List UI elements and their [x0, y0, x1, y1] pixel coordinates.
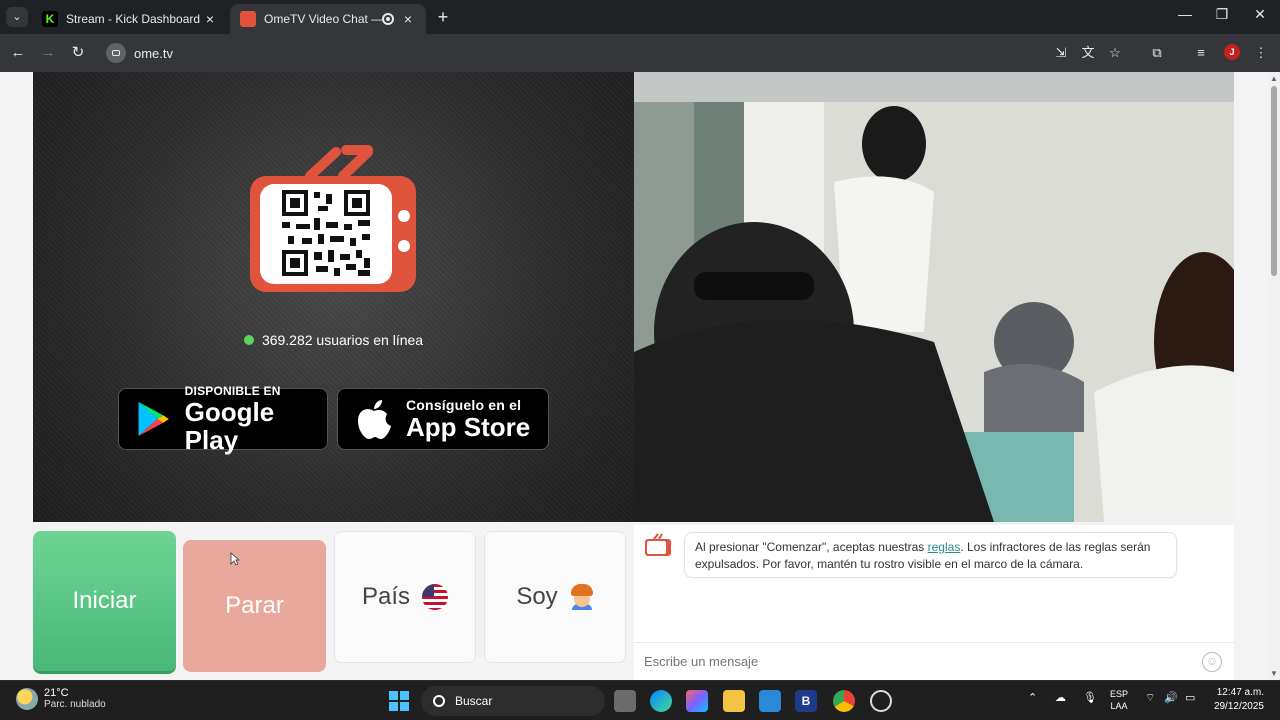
- taskbar-search[interactable]: Buscar: [421, 686, 605, 716]
- b-app-icon[interactable]: B: [795, 690, 817, 712]
- install-app-icon[interactable]: ⇲: [1052, 44, 1070, 62]
- microsoft-store-icon[interactable]: [759, 690, 781, 712]
- minimize-icon[interactable]: —: [1170, 6, 1200, 22]
- page-scrollbar[interactable]: ▲ ▼: [1268, 72, 1280, 680]
- media-controls-icon[interactable]: ≡: [1192, 44, 1210, 62]
- tab-kick-dashboard[interactable]: K Stream - Kick Dashboard ×: [32, 4, 228, 34]
- google-play-big-text: Google Play: [184, 397, 275, 455]
- chat-rules-notice: Al presionar "Comenzar", aceptas nuestra…: [684, 532, 1177, 578]
- maximize-icon[interactable]: ❐: [1207, 6, 1237, 23]
- battery-icon[interactable]: ▭: [1185, 691, 1195, 704]
- recording-icon: [382, 13, 394, 25]
- ometv-chat-logo-icon: [645, 533, 671, 556]
- bookmark-star-icon[interactable]: ☆: [1106, 44, 1124, 62]
- extensions-icon[interactable]: ⧉: [1148, 44, 1166, 62]
- browser-toolbar: ← → ↻ ome.tv ⇲ 文 ☆ ⧉ ≡ J ⋮: [0, 34, 1280, 72]
- file-explorer-icon[interactable]: [723, 690, 745, 712]
- chat-message-input[interactable]: [644, 654, 1184, 669]
- forward-icon[interactable]: →: [38, 43, 58, 63]
- tab-ometv[interactable]: OmeTV Video Chat — Ome ×: [230, 4, 426, 34]
- close-tab-icon[interactable]: ×: [400, 11, 416, 27]
- google-play-button[interactable]: DISPONIBLE EN Google Play: [118, 384, 328, 454]
- translate-icon[interactable]: 文: [1079, 44, 1097, 62]
- windows-start-icon[interactable]: [389, 691, 409, 711]
- new-tab-button[interactable]: +: [433, 7, 453, 27]
- remote-video-panel: [634, 72, 1234, 522]
- task-view-icon[interactable]: [614, 690, 636, 712]
- search-icon: [433, 695, 445, 707]
- scroll-up-icon[interactable]: ▲: [1270, 74, 1278, 83]
- google-play-small-text: DISPONIBLE EN: [184, 384, 281, 398]
- obs-icon[interactable]: [870, 690, 892, 712]
- google-play-icon: [138, 401, 169, 437]
- emoji-icon[interactable]: ☺: [1202, 652, 1222, 672]
- wifi-icon[interactable]: ⌔: [1145, 691, 1155, 705]
- local-video-panel: 369.282 usuarios en línea DISPONIBLE EN …: [33, 72, 634, 522]
- address-bar[interactable]: ome.tv: [100, 39, 1080, 67]
- mouse-cursor-icon: [230, 552, 240, 566]
- chrome-icon[interactable]: [833, 690, 855, 712]
- ometv-qr-tv-logo: [250, 145, 416, 292]
- close-tab-icon[interactable]: ×: [202, 11, 218, 27]
- reload-icon[interactable]: ↻: [68, 43, 88, 63]
- gender-selector-button[interactable]: Soy: [484, 531, 626, 663]
- microphone-icon[interactable]: 🎙: [1083, 691, 1097, 704]
- chat-input-bar: ☺: [634, 642, 1234, 680]
- language-indicator[interactable]: ESP LAA: [1110, 688, 1128, 712]
- start-button[interactable]: Iniciar: [33, 531, 176, 671]
- partly-cloudy-icon: [16, 687, 38, 710]
- tab-title: OmeTV Video Chat — Ome: [264, 12, 382, 26]
- rules-link[interactable]: reglas: [928, 540, 961, 554]
- page-content: 369.282 usuarios en línea DISPONIBLE EN …: [0, 72, 1268, 680]
- scroll-down-icon[interactable]: ▼: [1270, 669, 1278, 678]
- tab-title: Stream - Kick Dashboard: [66, 12, 201, 26]
- app-store-button[interactable]: Consíguelo en el App Store: [337, 388, 549, 450]
- tab-strip: ⌄ K Stream - Kick Dashboard × OmeTV Vide…: [0, 0, 1280, 34]
- profile-avatar[interactable]: J: [1224, 44, 1240, 60]
- ometv-favicon-icon: [240, 11, 256, 27]
- edge-icon[interactable]: [650, 690, 672, 712]
- stop-button[interactable]: Parar: [183, 540, 326, 672]
- online-dot-icon: [243, 335, 254, 345]
- taskbar-clock[interactable]: 12:47 a.m. 29/12/2025: [1208, 686, 1264, 714]
- app-store-big-text: App Store: [406, 412, 531, 442]
- app-store-small-text: Consíguelo en el: [406, 397, 522, 413]
- kick-favicon-icon: K: [42, 11, 58, 27]
- tab-search-button[interactable]: ⌄: [6, 7, 28, 27]
- country-selector-button[interactable]: País: [334, 531, 476, 663]
- onedrive-icon[interactable]: ☁: [1055, 691, 1066, 704]
- chat-panel: Al presionar "Comenzar", aceptas nuestra…: [634, 525, 1234, 680]
- copilot-icon[interactable]: [686, 690, 708, 712]
- windows-taskbar: 21°C Parc. nublado Buscar B ⌃ ☁ 🎙 ESP LA…: [0, 680, 1280, 720]
- us-flag-icon: [422, 584, 449, 610]
- close-window-icon[interactable]: ✕: [1245, 6, 1275, 23]
- menu-icon[interactable]: ⋮: [1252, 44, 1270, 62]
- volume-icon[interactable]: 🔊: [1164, 691, 1178, 704]
- back-icon[interactable]: ←: [8, 43, 28, 63]
- site-info-icon[interactable]: [106, 43, 126, 63]
- weather-widget[interactable]: 21°C Parc. nublado: [16, 687, 106, 710]
- boy-emoji-icon: [570, 584, 594, 610]
- url-text: ome.tv: [134, 45, 174, 61]
- online-users-count: 369.282 usuarios en línea: [33, 332, 634, 348]
- show-hidden-icons[interactable]: ⌃: [1028, 691, 1037, 704]
- remote-camera-image: [634, 72, 1234, 522]
- scroll-thumb[interactable]: [1271, 86, 1277, 276]
- apple-icon: [358, 400, 391, 439]
